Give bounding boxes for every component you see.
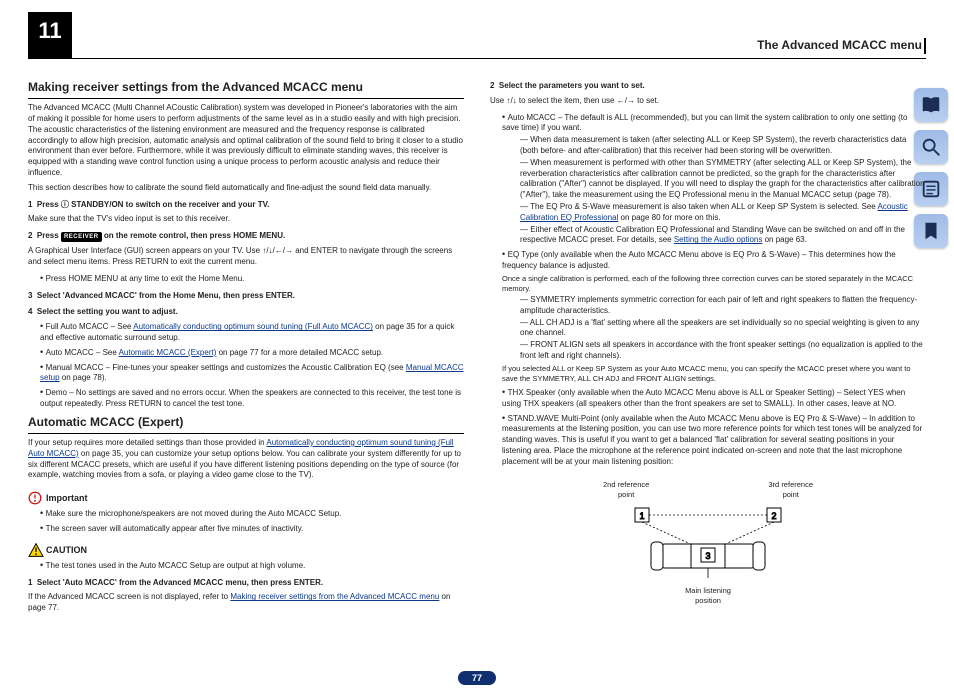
link-auto-mcacc-expert[interactable]: Automatic MCACC (Expert)	[119, 348, 217, 357]
rb2-d2: ALL CH ADJ is a 'flat' setting where all…	[520, 318, 926, 340]
right-column: 2 Select the parameters you want to set.…	[490, 75, 926, 618]
caution-label: CAUTION	[46, 544, 87, 556]
auto-step-1: 1 Select 'Auto MCACC' from the Advanced …	[28, 578, 464, 589]
link-making-receiver-settings[interactable]: Making receiver settings from the Advanc…	[230, 592, 439, 601]
chapter-title: The Advanced MCACC menu	[749, 38, 926, 54]
mic-position-diagram: 2nd referencepoint 3rd referencepoint 1 …	[583, 480, 833, 607]
section-title-auto-expert: Automatic MCACC (Expert)	[28, 414, 464, 434]
link-full-auto-mcacc[interactable]: Automatically conducting optimum sound t…	[133, 322, 373, 331]
important-label: Important	[46, 492, 88, 504]
svg-text:2: 2	[771, 511, 776, 521]
rb2-d3: FRONT ALIGN sets all speakers in accorda…	[520, 340, 926, 362]
rb-stand-wave: STAND.WAVE Multi-Point (only available w…	[502, 412, 926, 468]
section-title-making-settings: Making receiver settings from the Advanc…	[28, 79, 464, 99]
bullet-demo: Demo – No settings are saved and no erro…	[40, 386, 464, 410]
rb-eq-type: EQ Type (only available when the Auto MC…	[502, 248, 926, 384]
caution-bullet: The test tones used in the Auto MCACC Se…	[40, 559, 464, 572]
rb2-tail: If you selected ALL or Keep SP System as…	[502, 364, 926, 384]
step-1: 1 Press ⓘ STANDBY/ON to switch on the re…	[28, 200, 464, 211]
receiver-key-icon: RECEIVER	[61, 232, 102, 242]
svg-text:3: 3	[705, 551, 710, 561]
step-2-bullet: Press HOME MENU at any time to exit the …	[40, 272, 464, 285]
rb1-d3: The EQ Pro & S-Wave measurement is also …	[520, 202, 926, 224]
step-2: 2 Press RECEIVER on the remote control, …	[28, 231, 464, 242]
right-step-2-sub: Use ↑/↓ to select the item, then use ←/→…	[490, 96, 926, 107]
intro-paragraph-1: The Advanced MCACC (Multi Channel ACoust…	[28, 103, 464, 179]
rb1-d4: Either effect of Acoustic Calibration EQ…	[520, 225, 926, 247]
rb1-d1: When data measurement is taken (after se…	[520, 135, 926, 157]
bullet-manual-mcacc: Manual MCACC – Fine-tunes your speaker s…	[40, 361, 464, 385]
important-bullet-1: Make sure the microphone/speakers are no…	[40, 507, 464, 520]
step-3: 3 Select 'Advanced MCACC' from the Home …	[28, 291, 464, 302]
rb1-d2: When measurement is performed with other…	[520, 158, 926, 201]
step-2-sub: A Graphical User Interface (GUI) screen …	[28, 246, 464, 268]
rb-thx: THX Speaker (only available when the Aut…	[502, 386, 926, 410]
rb-auto-mcacc: Auto MCACC – The default is ALL (recomme…	[502, 111, 926, 247]
right-step-2: 2 Select the parameters you want to set.	[490, 81, 926, 92]
step-4: 4 Select the setting you want to adjust.	[28, 307, 464, 318]
bullet-auto-mcacc: Auto MCACC – See Automatic MCACC (Expert…	[40, 346, 464, 359]
important-icon	[28, 491, 42, 505]
important-bullet-2: The screen saver will automatically appe…	[40, 522, 464, 535]
auto-step-1-sub: If the Advanced MCACC screen is not disp…	[28, 592, 464, 614]
auto-expert-intro: If your setup requires more detailed set…	[28, 438, 464, 481]
rb2-d1: SYMMETRY implements symmetric correction…	[520, 295, 926, 317]
header-bar: 11 The Advanced MCACC menu	[28, 20, 926, 59]
step-1-sub: Make sure that the TV's video input is s…	[28, 214, 464, 225]
chapter-number: 11	[28, 12, 72, 58]
link-audio-options[interactable]: Setting the Audio options	[674, 235, 763, 244]
intro-paragraph-2: This section describes how to calibrate …	[28, 183, 464, 194]
left-column: Making receiver settings from the Advanc…	[28, 75, 464, 618]
caution-icon	[28, 543, 42, 557]
svg-text:1: 1	[639, 511, 644, 521]
bullet-full-auto: Full Auto MCACC – See Automatically cond…	[40, 320, 464, 344]
page-number: 77	[0, 671, 954, 685]
